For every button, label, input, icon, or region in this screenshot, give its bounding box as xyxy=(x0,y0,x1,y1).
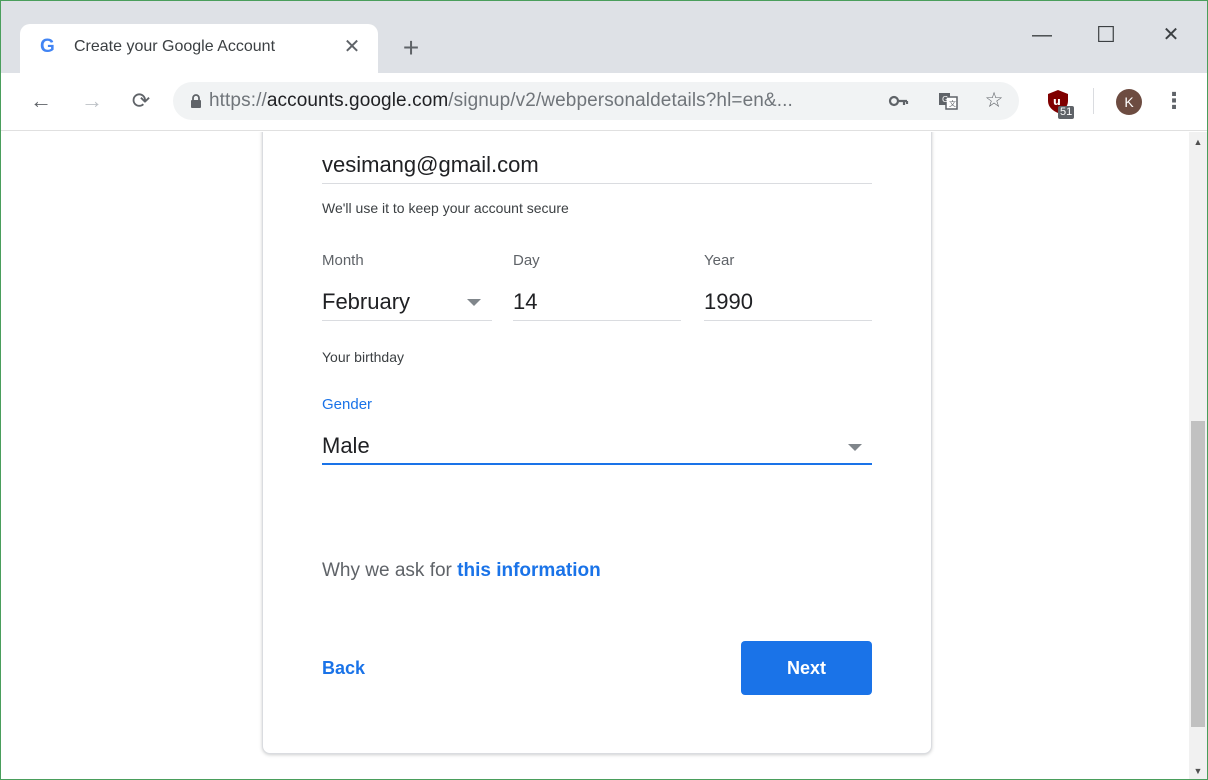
lock-icon xyxy=(191,94,201,108)
forward-arrow-icon[interactable]: → xyxy=(78,87,106,115)
next-button[interactable]: Next xyxy=(741,641,872,695)
extension-badge: 51 xyxy=(1058,106,1075,119)
tab-strip: G Create your Google Account ✕ + — ☐ ✕ xyxy=(1,1,1207,73)
gender-select[interactable]: Male xyxy=(322,433,370,459)
translate-icon[interactable]: G 文 xyxy=(937,90,959,112)
day-input[interactable]: 14 xyxy=(513,289,537,315)
url-path: /signup/v2/webpersonaldetails?hl=en&... xyxy=(448,90,793,111)
gender-label: Gender xyxy=(322,396,373,413)
browser-toolbar: ← → ⟳ https://accounts.google.com/signup… xyxy=(1,73,1207,131)
year-input[interactable]: 1990 xyxy=(704,289,753,315)
why-info-text: Why we ask for this information xyxy=(322,560,601,582)
signup-card: vesimang@gmail.com We'll use it to keep … xyxy=(262,132,932,754)
url-text: https://accounts.google.com/signup/v2/we… xyxy=(209,89,793,113)
year-label: Year xyxy=(704,252,735,269)
recovery-email-underline xyxy=(322,183,872,184)
back-arrow-icon[interactable]: ← xyxy=(27,87,55,115)
svg-text:G: G xyxy=(942,95,948,104)
svg-text:文: 文 xyxy=(949,99,956,108)
month-chevron-down-icon[interactable] xyxy=(467,299,481,306)
reload-icon[interactable]: ⟳ xyxy=(127,87,155,115)
menu-dots-icon[interactable]: ⋮ xyxy=(1163,88,1185,114)
browser-window: G Create your Google Account ✕ + — ☐ ✕ ←… xyxy=(0,0,1208,780)
year-underline xyxy=(704,320,872,321)
recovery-email-helper: We'll use it to keep your account secure xyxy=(322,200,569,216)
why-info-prefix: Why we ask for xyxy=(322,560,458,581)
month-underline xyxy=(322,320,492,321)
recovery-email-input[interactable]: vesimang@gmail.com xyxy=(322,152,539,178)
google-favicon-icon: G xyxy=(40,36,55,57)
key-icon[interactable] xyxy=(887,90,909,112)
month-label: Month xyxy=(322,252,364,269)
day-underline xyxy=(513,320,681,321)
scroll-up-arrow-icon[interactable]: ▲ xyxy=(1189,134,1207,150)
day-label: Day xyxy=(513,252,540,269)
page-scrollbar[interactable]: ▲ ▼ xyxy=(1189,132,1207,779)
scrollbar-thumb[interactable] xyxy=(1191,421,1205,727)
star-icon[interactable]: ☆ xyxy=(983,90,1005,112)
close-window-button[interactable]: ✕ xyxy=(1156,21,1186,49)
this-information-link[interactable]: this information xyxy=(457,560,601,581)
page-viewport: vesimang@gmail.com We'll use it to keep … xyxy=(1,132,1189,779)
gender-underline xyxy=(322,463,872,465)
toolbar-separator xyxy=(1093,88,1094,114)
new-tab-button[interactable]: + xyxy=(397,34,425,62)
profile-avatar[interactable]: K xyxy=(1116,89,1142,115)
address-bar[interactable]: https://accounts.google.com/signup/v2/we… xyxy=(173,82,1019,120)
month-select[interactable]: February xyxy=(322,289,410,315)
tab-title: Create your Google Account xyxy=(74,38,276,55)
tab-create-account[interactable]: G Create your Google Account ✕ xyxy=(20,24,378,73)
maximize-button[interactable]: ☐ xyxy=(1091,21,1121,49)
scroll-down-arrow-icon[interactable]: ▼ xyxy=(1189,763,1207,779)
url-host: accounts.google.com xyxy=(266,90,449,111)
minimize-button[interactable]: — xyxy=(1027,21,1057,49)
gender-chevron-down-icon[interactable] xyxy=(848,444,862,451)
birthday-helper: Your birthday xyxy=(322,349,404,365)
url-scheme: https:// xyxy=(209,90,267,111)
close-tab-icon[interactable]: ✕ xyxy=(340,35,364,59)
back-button[interactable]: Back xyxy=(322,658,365,679)
